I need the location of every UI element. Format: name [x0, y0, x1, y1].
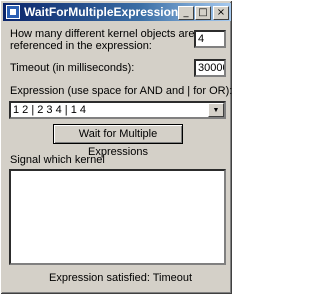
expression-combobox[interactable]: 1 2 | 2 3 4 | 1 4 ▼ — [9, 101, 226, 119]
expression-label: Expression (use space for AND and | for … — [10, 85, 233, 97]
app-icon — [6, 5, 20, 19]
objects-count-input[interactable]: 4 — [194, 30, 226, 48]
signal-kernel-label: Signal which kernel — [10, 154, 105, 166]
wait-for-multiple-expressions-button[interactable]: Wait for Multiple Expressions — [53, 124, 183, 158]
status-text: Expression satisfied: Timeout — [49, 272, 193, 284]
expression-value: 1 2 | 2 3 4 | 1 4 — [13, 104, 86, 116]
close-button[interactable]: × — [213, 6, 229, 20]
timeout-label: Timeout (in milliseconds): — [10, 62, 135, 74]
timeout-input[interactable]: 30000 — [194, 59, 226, 77]
dropdown-arrow-icon[interactable]: ▼ — [208, 103, 224, 117]
objects-count-label-line2: referenced in the expression: — [10, 40, 152, 52]
minimize-button[interactable]: _ — [178, 6, 194, 20]
maximize-button[interactable]: □ — [195, 6, 211, 20]
title-bar[interactable]: WaitForMultipleExpressions _ □ × — [3, 3, 231, 21]
window-title: WaitForMultipleExpressions — [24, 5, 185, 19]
app-window: WaitForMultipleExpressions _ □ × How man… — [0, 0, 233, 295]
signal-kernel-list[interactable] — [9, 169, 226, 265]
